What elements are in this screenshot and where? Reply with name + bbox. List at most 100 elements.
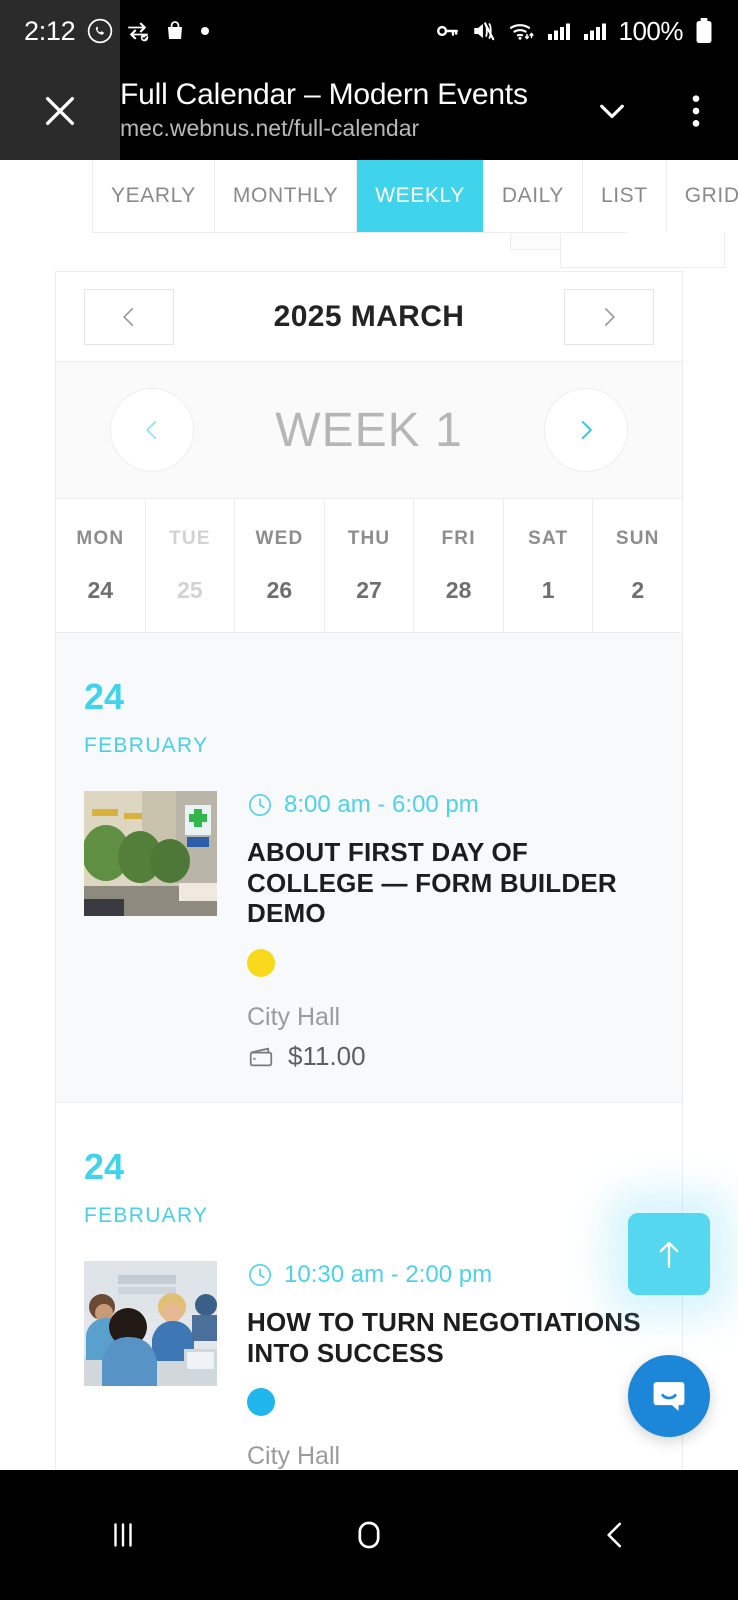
day-number: 28 [445,576,472,603]
expand-button[interactable] [570,62,654,160]
week-label: WEEK 1 [275,403,463,457]
event-info: 8:00 am - 6:00 pm ABOUT FIRST DAY OF COL… [247,791,654,1072]
day-cell-sun[interactable]: SUN 2 [593,499,683,632]
event-category-dot [247,949,275,978]
signal-bars-2-icon [583,19,608,43]
chevron-right-icon [596,304,622,330]
event-category-dot [247,1388,275,1417]
overflow-menu-button[interactable] [654,62,738,160]
tab-list[interactable]: LIST [582,160,667,232]
chevron-left-icon [139,417,165,443]
recents-icon [105,1517,141,1553]
street-with-trees-photo [84,791,217,916]
arrow-up-icon [650,1235,688,1273]
day-cell-sat[interactable]: SAT 1 [503,499,594,632]
webpage-content: YEARLY MONTHLY WEEKLY DAILY LIST GRID TI… [0,160,738,1470]
tab-daily[interactable]: DAILY [483,160,583,232]
event-thumbnail[interactable] [84,791,217,916]
event-time: 8:00 am - 6:00 pm [247,791,654,819]
recents-button[interactable] [0,1517,246,1553]
skin-tabs-area: YEARLY MONTHLY WEEKLY DAILY LIST GRID TI… [55,160,738,268]
home-icon [350,1516,388,1554]
close-icon [40,91,80,131]
weekday-label: MON [76,527,125,549]
back-icon [597,1517,633,1553]
event-day-number: 24 [84,676,125,717]
android-navigation-bar [0,1470,738,1600]
event-day-number: 24 [84,1146,125,1188]
day-cell-thu[interactable]: THU 27 [324,499,415,632]
prev-week-button[interactable] [110,388,194,472]
event-price: $11.00 [247,1041,654,1072]
volume-muted-icon [471,18,497,44]
event-thumbnail[interactable] [84,1261,217,1387]
status-bar: 2:12 100% [0,0,738,62]
overflow-menu-icon [691,92,701,130]
close-button[interactable] [0,62,120,160]
status-bar-left: 2:12 [24,16,211,47]
dot-indicator-icon [199,25,211,37]
event-time-label: 8:00 am - 6:00 pm [284,791,479,818]
chevron-left-icon [116,304,142,330]
wallet-icon [247,1043,275,1071]
clock-icon [247,792,273,818]
day-cell-mon[interactable]: MON 24 [56,499,146,632]
event-month-label: FEBRUARY [84,1204,209,1228]
day-cell-tue[interactable]: TUE 25 [145,499,236,632]
back-button[interactable] [492,1517,738,1553]
event-title[interactable]: HOW TO TURN NEGOTIATIONS INTO SUCCESS [247,1307,654,1368]
weekday-label: SAT [528,527,569,549]
event-body: 10:30 am - 2:00 pm HOW TO TURN NEGOTIATI… [56,1228,682,1470]
skin-tabs: YEARLY MONTHLY WEEKLY DAILY LIST GRID TI… [92,160,738,233]
whatsapp-icon [87,18,113,44]
prev-month-button[interactable] [84,288,174,345]
tab-grid[interactable]: GRID [666,160,738,232]
next-week-button[interactable] [544,388,628,472]
month-label: 2025 MARCH [273,299,465,333]
signal-bars-icon [547,19,572,43]
day-number: 26 [266,576,293,603]
event-item[interactable]: 24 FEBRUARY [56,633,682,1104]
weekday-row: MON 24 TUE 25 WED 26 THU 27 FRI 28 SAT 1… [56,499,683,632]
tab-weekly[interactable]: WEEKLY [357,160,484,232]
clock-icon [247,1262,273,1288]
custom-tab-toolbar: Full Calendar – Modern Events mec.webnus… [0,62,738,160]
chevron-down-icon [593,92,631,130]
toolbar-text-block: Full Calendar – Modern Events mec.webnus… [120,78,570,143]
month-navigation: 2025 MARCH [56,272,682,362]
events-list: 24 FEBRUARY 8:00 am - 6:00 pm ABOUT FIRS… [55,633,683,1470]
event-item[interactable]: 24 FEBRUARY [56,1103,682,1470]
day-number: 1 [541,576,555,603]
day-number: 2 [631,576,645,603]
vpn-key-icon [434,18,460,44]
data-transfer-icon [125,18,151,44]
chevron-right-icon [573,417,599,443]
event-info: 10:30 am - 2:00 pm HOW TO TURN NEGOTIATI… [247,1261,654,1470]
chat-bubble-icon [647,1374,691,1418]
event-location: City Hall [247,1442,341,1470]
next-month-button[interactable] [563,288,654,345]
tab-monthly[interactable]: MONTHLY [214,160,358,232]
chat-launcher-button[interactable] [628,1355,710,1437]
home-button[interactable] [246,1516,492,1554]
weekday-label: FRI [441,527,476,549]
tab-yearly[interactable]: YEARLY [93,160,215,232]
event-title[interactable]: ABOUT FIRST DAY OF COLLEGE — FORM BUILDE… [247,837,654,929]
event-price-label: $11.00 [288,1041,366,1072]
back-to-top-button[interactable] [628,1213,710,1295]
day-cell-wed[interactable]: WED 26 [235,499,325,632]
wifi-icon [508,18,536,44]
event-body: 8:00 am - 6:00 pm ABOUT FIRST DAY OF COL… [56,758,682,1072]
event-month-label: FEBRUARY [84,734,209,757]
business-meeting-photo [84,1261,217,1387]
weekday-label: TUE [169,527,211,549]
status-bar-right: 100% [434,16,715,47]
event-time-label: 10:30 am - 2:00 pm [284,1261,493,1289]
event-time: 10:30 am - 2:00 pm [247,1261,654,1289]
day-cell-fri[interactable]: FRI 28 [414,499,504,632]
page-url[interactable]: mec.webnus.net/full-calendar [120,114,562,144]
day-number: 24 [87,576,114,603]
event-location: City Hall [247,1003,341,1032]
status-bar-clock: 2:12 [24,15,76,46]
battery-full-icon [694,17,714,45]
